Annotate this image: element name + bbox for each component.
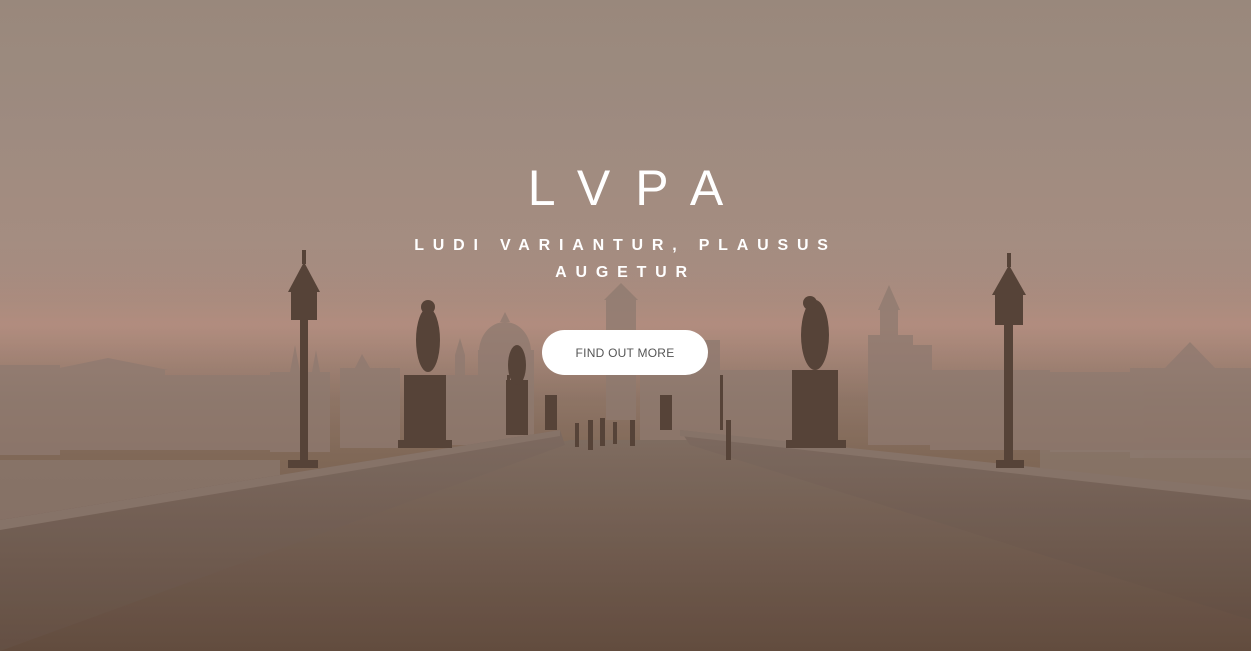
background-overlay <box>0 0 1251 651</box>
site-title: LVPA <box>527 160 749 216</box>
site-tagline: LUDI VARIANTUR, PLAUSUS AUGETUR <box>414 237 837 281</box>
hero-section: LVPA LUDI VARIANTUR, PLAUSUS AUGETUR FIN… <box>0 0 1251 651</box>
find-out-more-button[interactable]: FIND OUT MORE <box>542 330 708 375</box>
